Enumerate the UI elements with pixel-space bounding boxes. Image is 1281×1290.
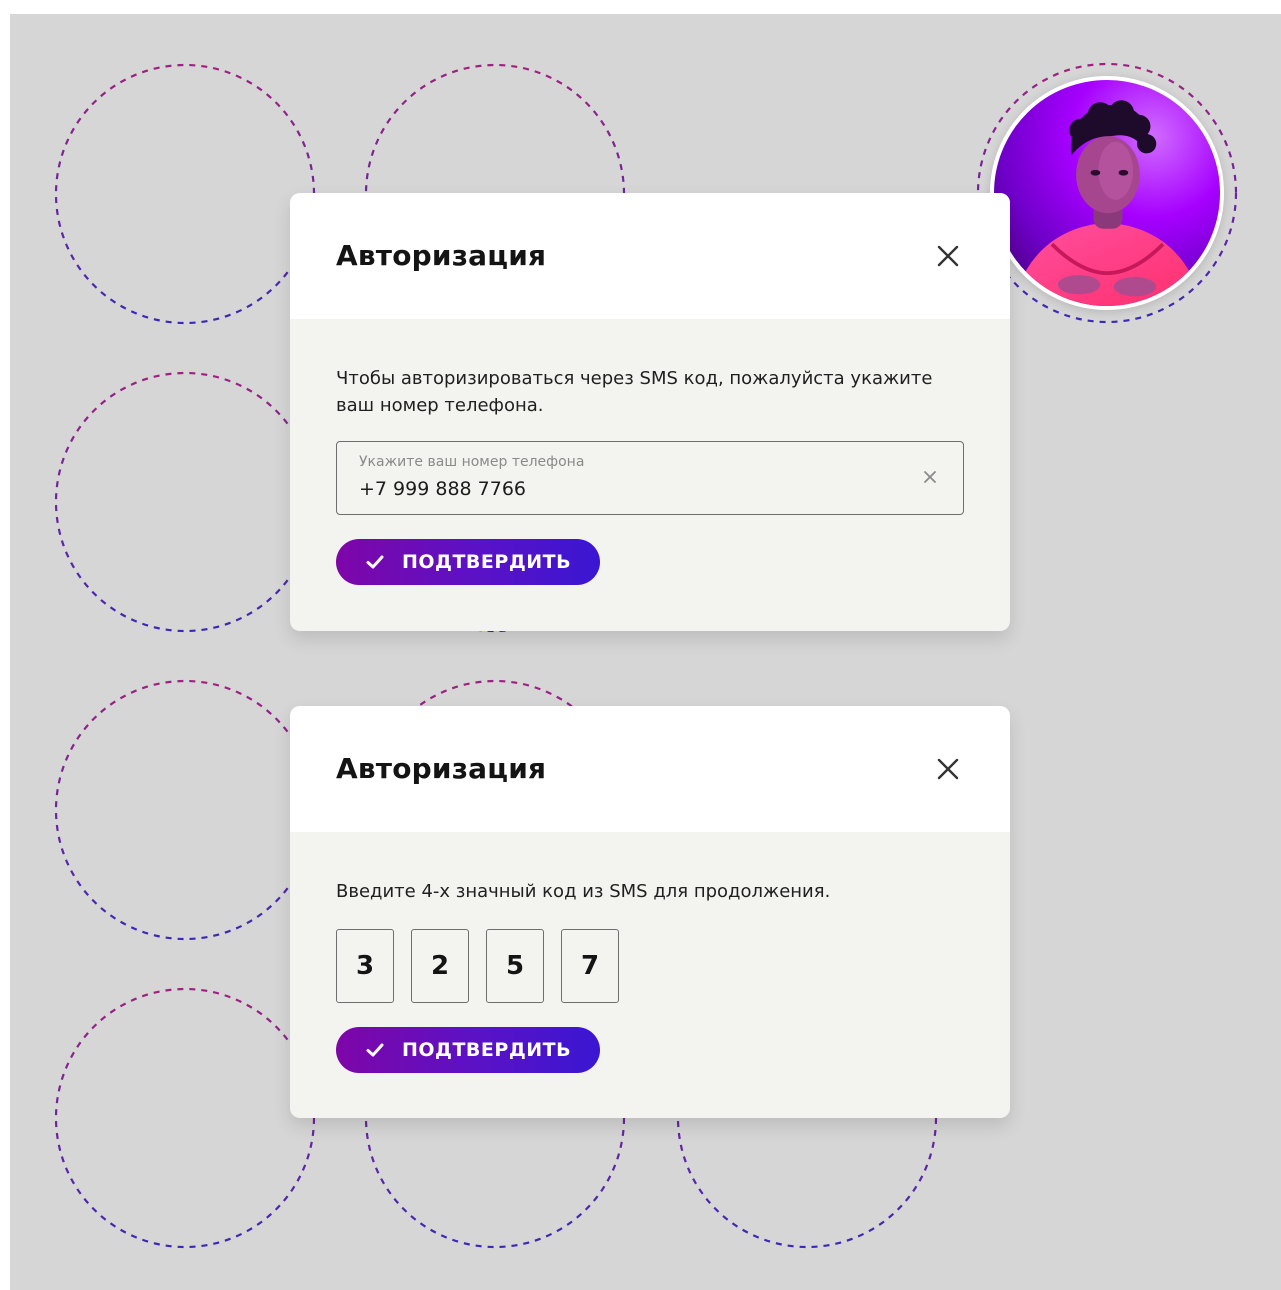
modal-body: Введите 4-х значный код из SMS для продо…: [290, 832, 1010, 1073]
modal-header: Авторизация: [290, 706, 1010, 832]
dashed-circle: [54, 371, 316, 633]
modal-title: Авторизация: [336, 752, 547, 785]
close-icon: [937, 245, 959, 267]
modal-body: Чтобы авторизироваться через SMS код, по…: [290, 319, 1010, 585]
dashed-circle: [54, 63, 316, 325]
close-button[interactable]: [934, 242, 962, 270]
phone-input[interactable]: [357, 476, 881, 502]
dashed-circle: [54, 987, 316, 1249]
code-digit-1[interactable]: 3: [336, 929, 394, 1003]
code-input-group: 3 2 5 7: [336, 929, 964, 1003]
confirm-button[interactable]: ПОДТВЕРДИТЬ: [336, 1027, 600, 1073]
code-digit-3[interactable]: 5: [486, 929, 544, 1003]
avatar: [990, 76, 1224, 310]
canvas-background: Авторизация Чтобы авторизироваться через…: [10, 14, 1281, 1290]
modal-description: Введите 4-х значный код из SMS для продо…: [336, 881, 831, 902]
user-avatar-icon: [1013, 100, 1202, 306]
clear-icon: [924, 471, 936, 483]
code-digit-2[interactable]: 2: [411, 929, 469, 1003]
dashed-circle: [54, 679, 316, 941]
close-button[interactable]: [934, 755, 962, 783]
check-icon: [366, 555, 384, 569]
modal-description: Чтобы авторизироваться через SMS код, по…: [336, 368, 933, 416]
modal-title: Авторизация: [336, 239, 547, 272]
confirm-button-label: ПОДТВЕРДИТЬ: [402, 1039, 572, 1061]
check-icon: [366, 1043, 384, 1057]
clear-button[interactable]: [921, 468, 939, 486]
phone-auth-modal: Авторизация Чтобы авторизироваться через…: [290, 193, 1010, 631]
phone-field-label: Укажите ваш номер телефона: [359, 454, 585, 470]
close-icon: [937, 758, 959, 780]
phone-field[interactable]: Укажите ваш номер телефона: [336, 441, 964, 515]
code-digit-4[interactable]: 7: [561, 929, 619, 1003]
code-auth-modal: Авторизация Введите 4-х значный код из S…: [290, 706, 1010, 1118]
avatar-container: [976, 62, 1238, 324]
modal-header: Авторизация: [290, 193, 1010, 319]
confirm-button-label: ПОДТВЕРДИТЬ: [402, 551, 572, 573]
confirm-button[interactable]: ПОДТВЕРДИТЬ: [336, 539, 600, 585]
